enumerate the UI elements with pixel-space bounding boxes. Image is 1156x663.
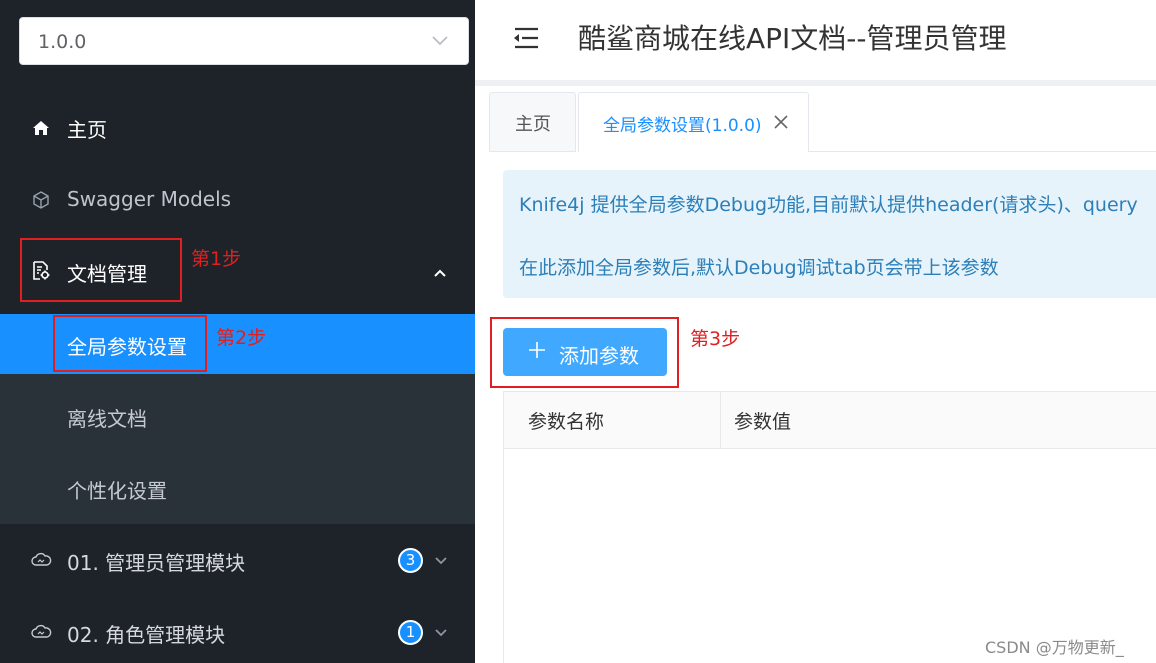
sidebar-item-personalization[interactable]: 个性化设置: [0, 458, 475, 518]
tab-home[interactable]: 主页: [489, 92, 576, 152]
sidebar-item-swagger-models[interactable]: Swagger Models: [0, 164, 475, 236]
annotation-step1: 第1步: [191, 248, 242, 270]
sidebar-item-label: 主页: [67, 118, 107, 142]
cloud-api-icon: [31, 624, 52, 638]
info-alert-text: 在此添加全局参数后,默认Debug调试tab页会带上该参数: [519, 257, 999, 279]
sidebar-item-offline-docs[interactable]: 离线文档: [0, 386, 475, 446]
chevron-down-icon: [432, 36, 448, 46]
count-badge: 3: [398, 548, 423, 573]
info-alert: Knife4j 提供全局参数Debug功能,目前默认提供header(请求头)、…: [503, 170, 1156, 298]
sidebar-item-label: 离线文档: [67, 407, 147, 431]
count-badge: 1: [398, 620, 423, 645]
sidebar-item-label: 01. 管理员管理模块: [67, 551, 246, 575]
chevron-down-icon[interactable]: [432, 623, 450, 641]
tab-bar: 主页 全局参数设置(1.0.0): [475, 86, 1156, 152]
page-header: 酷鲨商城在线API文档--管理员管理: [475, 0, 1156, 80]
page-title: 酷鲨商城在线API文档--管理员管理: [578, 22, 1007, 55]
tab-global-params[interactable]: 全局参数设置(1.0.0): [578, 92, 809, 152]
annotation-box-step3: [490, 317, 679, 388]
info-alert-text: Knife4j 提供全局参数Debug功能,目前默认提供header(请求头)、…: [519, 194, 1138, 216]
sidebar-item-label: 个性化设置: [67, 479, 167, 503]
annotation-step3: 第3步: [690, 328, 741, 350]
version-select[interactable]: 1.0.0: [19, 17, 469, 65]
chevron-up-icon[interactable]: [430, 263, 450, 283]
sidebar-item-module-role[interactable]: 02. 角色管理模块 1: [0, 596, 475, 663]
params-table: 参数名称 参数值: [503, 391, 1156, 663]
tab-label: 全局参数设置(1.0.0): [603, 116, 762, 136]
tab-bar-baseline: [809, 151, 1156, 152]
menu-fold-icon[interactable]: [511, 24, 541, 52]
column-divider: [720, 392, 721, 449]
home-icon: [33, 121, 49, 135]
sidebar-item-label: 02. 角色管理模块: [67, 623, 226, 647]
sidebar-item-module-admin[interactable]: 01. 管理员管理模块 3: [0, 524, 475, 596]
column-header-param-value: 参数值: [734, 411, 792, 433]
chevron-down-icon[interactable]: [432, 551, 450, 569]
cloud-api-icon: [31, 552, 52, 566]
sidebar-item-label: Swagger Models: [67, 187, 232, 211]
tab-label: 主页: [515, 114, 551, 135]
cube-icon: [33, 191, 49, 209]
annotation-step2: 第2步: [216, 327, 267, 349]
table-header: 参数名称 参数值: [504, 392, 1156, 449]
sidebar-item-home[interactable]: 主页: [0, 92, 475, 164]
watermark: CSDN @万物更新_: [985, 638, 1124, 657]
close-icon[interactable]: [773, 114, 789, 130]
annotation-box-step1: [20, 238, 182, 302]
column-header-param-name: 参数名称: [528, 411, 605, 433]
annotation-box-step2: [53, 315, 207, 372]
version-select-value: 1.0.0: [38, 31, 87, 53]
